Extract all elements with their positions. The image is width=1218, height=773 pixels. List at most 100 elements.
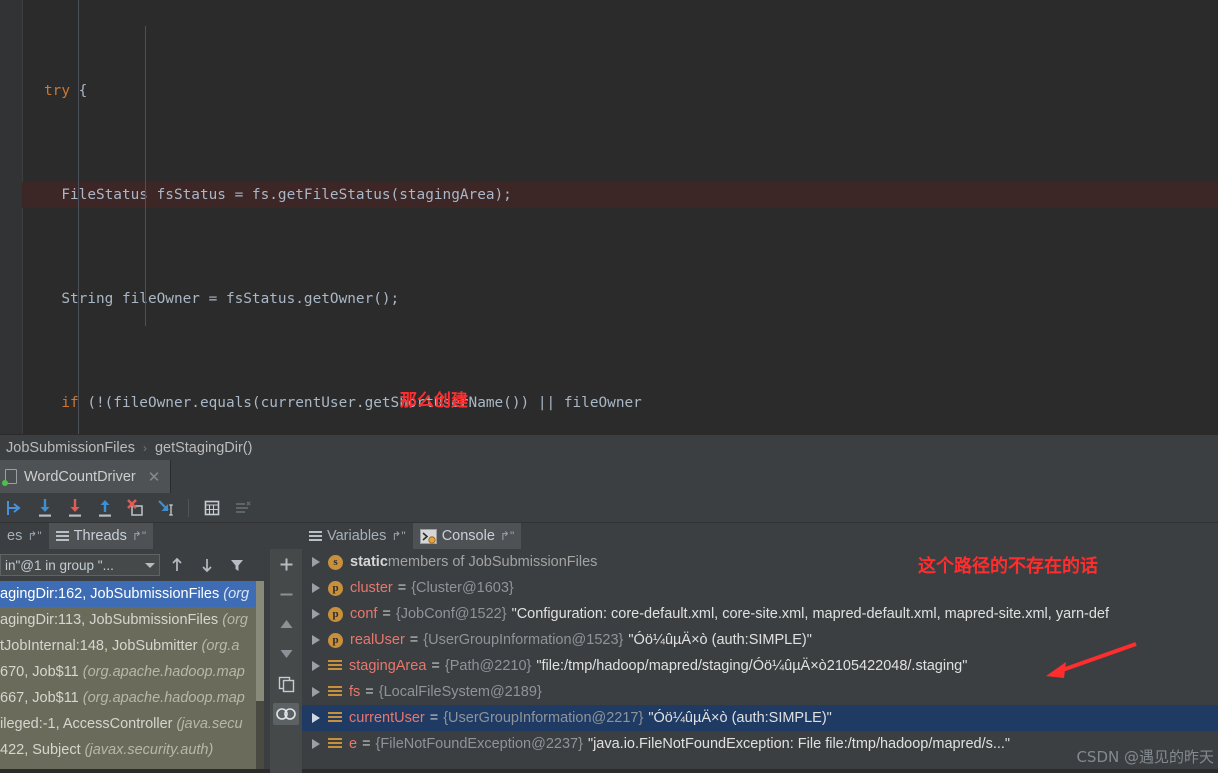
annotation-path-note: 这个路径的不存在的话 [918,556,1098,577]
tab-variables[interactable]: Variables ↱" [302,523,413,549]
run-configuration-tab-strip[interactable]: WordCountDriver ✕ [0,460,1218,494]
list-badge-icon [328,711,342,725]
variable-name: e [349,736,358,752]
pin-icon[interactable]: ↱" [27,529,41,543]
annotation-code-note: 那么创建 [400,391,468,411]
variable-name: realUser [350,632,405,648]
frames-tab-bar[interactable]: es ↱" Threads ↱" [0,523,270,549]
pin-icon[interactable]: ↱" [500,529,514,543]
expand-arrow-icon[interactable] [312,609,320,619]
run-config-icon [2,469,18,486]
variable-name: stagingArea [349,658,427,674]
evaluate-expression-icon[interactable] [199,495,225,521]
variables-side-toolbar[interactable] [270,549,302,773]
expand-arrow-icon[interactable] [312,687,320,697]
tab-threads[interactable]: Threads ↱" [48,523,154,549]
pin-icon[interactable]: ↱" [132,529,146,543]
equals-sign: = [429,710,439,726]
frame-up-button[interactable] [164,553,190,577]
thread-selector-dropdown[interactable]: in"@1 in group "... [0,554,160,576]
expand-arrow-icon[interactable] [312,583,320,593]
editor-gutter[interactable] [0,0,23,434]
breadcrumb[interactable]: JobSubmissionFiles › getStagingDir() [0,434,1218,460]
step-into-icon[interactable] [62,495,88,521]
frames-panel: es ↱" Threads ↱" in"@1 in group "... agi… [0,523,270,769]
frame-down-button[interactable] [194,553,220,577]
variable-type: {Path@2210} [444,658,532,674]
copy-value-button[interactable] [273,673,299,695]
add-watch-button[interactable] [273,553,299,575]
toolbar-divider [188,498,189,517]
mute-breakpoints-icon[interactable] [229,495,255,521]
watermark: CSDN @遇见的昨天 [1076,748,1214,766]
stack-frame-text: 670, Job$11 [0,664,83,680]
move-up-button[interactable] [273,613,299,635]
equals-sign: = [431,658,440,674]
variable-value: "java.io.FileNotFoundException: File fil… [587,736,1011,752]
expand-arrow-icon[interactable] [312,739,320,749]
variable-row-conf[interactable]: p conf = {JobConf@1522} "Configuration: … [302,601,1218,627]
editor-code-area[interactable]: try { FileStatus fsStatus = fs.getFileSt… [22,0,1218,434]
variable-name: cluster [350,580,393,596]
stack-frame-package: (java.secu [176,716,243,732]
run-to-cursor-icon[interactable] [152,495,178,521]
equals-sign: = [382,606,391,622]
close-icon[interactable]: ✕ [148,468,161,486]
stack-frame-row[interactable]: tJobInternal:148, JobSubmitter (org.a [0,633,256,659]
force-step-into-icon[interactable] [122,495,148,521]
move-down-button[interactable] [273,643,299,665]
stack-frame-row[interactable]: 667, Job$11 (org.apache.hadoop.map [0,685,256,711]
variables-icon [309,530,322,542]
chevron-down-icon[interactable] [145,562,155,568]
stack-frame-row[interactable]: 670, Job$11 (org.apache.hadoop.map [0,659,256,685]
variable-type: {LocalFileSystem@2189} [378,684,542,700]
breadcrumb-separator-icon: › [142,440,147,455]
console-icon [419,528,437,544]
stack-frame-text: ileged:-1, AccessController [0,716,177,732]
stack-frame-row[interactable]: agingDir:162, JobSubmissionFiles (org [0,581,256,607]
stack-frame-package: (org.apache.hadoop.map [82,664,245,680]
variable-name: conf [350,606,378,622]
tab-wordcountdriver[interactable]: WordCountDriver ✕ [0,460,172,493]
breadcrumb-method[interactable]: getStagingDir() [155,440,253,456]
variable-row-currentuser[interactable]: currentUser = {UserGroupInformation@2217… [302,705,1218,731]
variable-type: {Cluster@1603} [411,580,514,596]
variable-value: "Configuration: core-default.xml, core-s… [511,606,1110,622]
expand-arrow-icon[interactable] [312,713,320,723]
expand-arrow-icon[interactable] [312,557,320,567]
tab-variables-label: Variables [327,528,387,544]
code-editor[interactable]: try { FileStatus fsStatus = fs.getFileSt… [0,0,1218,434]
frames-controls[interactable]: in"@1 in group "... [0,549,270,581]
stack-frame-row[interactable]: ileged:-1, AccessController (java.secu [0,711,256,737]
variable-name: static [350,554,388,570]
remove-watch-button[interactable] [273,583,299,605]
stack-frame-list[interactable]: agingDir:162, JobSubmissionFiles (org ag… [0,581,256,769]
variables-tab-bar[interactable]: Variables ↱" Console ↱" [302,523,1218,549]
expand-arrow-icon[interactable] [312,635,320,645]
tab-frames[interactable]: es ↱" [0,523,49,549]
debug-toolbar[interactable] [0,493,1218,523]
frames-scrollbar[interactable] [256,581,264,769]
variable-row-cluster[interactable]: p cluster = {Cluster@1603} [302,575,1218,601]
tab-console[interactable]: Console ↱" [412,523,522,549]
tab-threads-label: Threads [73,528,127,544]
stack-frame-row[interactable]: 422, Subject (javax.security.auth) [0,737,256,763]
property-badge-icon: p [328,580,343,596]
list-badge-icon [328,737,342,751]
toggle-inline-view-button[interactable] [273,703,299,725]
stack-frame-package: (org.a [201,638,240,654]
filter-frames-button[interactable] [224,553,250,577]
tab-console-label: Console [441,528,495,544]
threads-icon [55,530,69,542]
expand-arrow-icon[interactable] [312,661,320,671]
stack-frame-row[interactable]: agingDir:113, JobSubmissionFiles (org [0,607,256,633]
step-out-icon[interactable] [92,495,118,521]
indent-guide [145,26,146,326]
step-over-icon[interactable] [32,495,58,521]
pin-icon[interactable]: ↱" [391,529,405,543]
variable-value: "Óö¼ûµÄ×ò (auth:SIMPLE)" [648,710,832,726]
breadcrumb-class[interactable]: JobSubmissionFiles [6,440,135,456]
list-badge-icon [328,685,342,699]
show-execution-point-icon[interactable] [2,495,28,521]
equals-sign: = [397,580,407,596]
